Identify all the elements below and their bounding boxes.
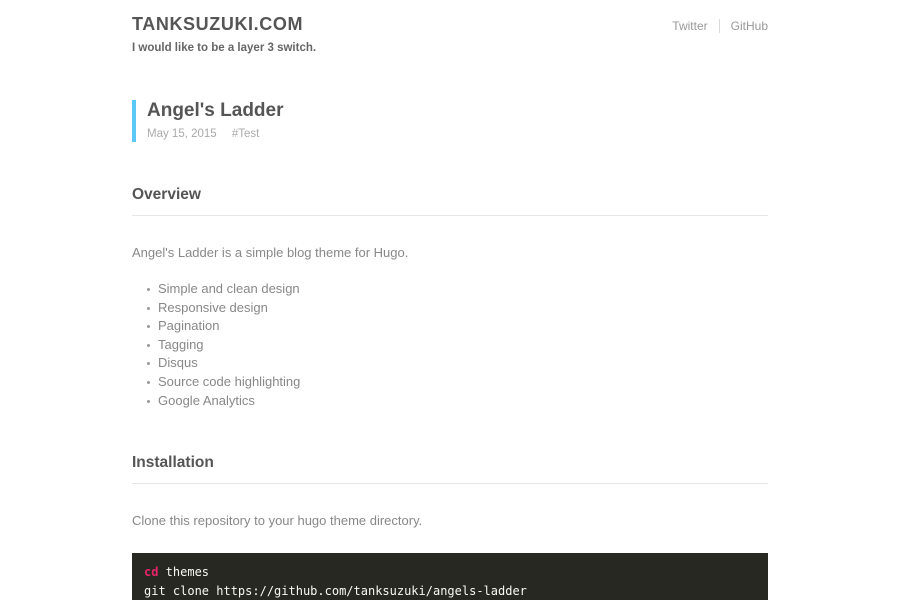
feature-list: Simple and clean design Responsive desig… — [132, 280, 768, 410]
site-header: TANKSUZUKI.COM I would like to be a laye… — [132, 14, 768, 61]
list-item: Responsive design — [147, 299, 768, 318]
code-line-1-rest: themes — [158, 565, 210, 580]
site-brand[interactable]: TANKSUZUKI.COM I would like to be a laye… — [132, 14, 317, 54]
section-title-installation: Installation — [132, 454, 214, 472]
site-nav: Twitter GitHub — [661, 15, 768, 33]
site-title: TANKSUZUKI.COM — [132, 14, 304, 34]
code-content: cd themes git clone https://github.com/t… — [144, 563, 756, 600]
list-item: Simple and clean design — [147, 280, 768, 299]
overview-intro-paragraph: Angel's Ladder is a simple blog theme fo… — [132, 244, 409, 260]
post-tag[interactable]: #Test — [232, 128, 260, 140]
page-root: TANKSUZUKI.COM I would like to be a laye… — [0, 0, 900, 600]
post-header: Angel's Ladder May 15, 2015 #Test — [132, 100, 768, 142]
installation-intro-paragraph: Clone this repository to your hugo theme… — [132, 512, 423, 528]
list-item: Source code highlighting — [147, 373, 768, 392]
nav-link-github[interactable]: GitHub — [720, 19, 768, 33]
list-item: Disqus — [147, 354, 768, 373]
list-item: Google Analytics — [147, 392, 768, 411]
post-date: May 15, 2015 — [147, 127, 217, 140]
code-block[interactable]: cd themes git clone https://github.com/t… — [132, 553, 768, 600]
site-tagline: I would like to be a layer 3 switch. — [132, 41, 317, 54]
code-token-builtin: cd — [144, 565, 159, 580]
section-overview: Overview Angel's Ladder is a simple blog… — [132, 186, 768, 410]
post-title: Angel's Ladder — [147, 100, 284, 121]
section-title-overview: Overview — [132, 186, 201, 203]
section-divider-installation — [132, 482, 768, 484]
code-line-2: git clone https://github.com/tanksuzuki/… — [144, 583, 527, 598]
post-meta: May 15, 2015 #Test — [147, 128, 768, 141]
content-container: TANKSUZUKI.COM I would like to be a laye… — [132, 0, 768, 600]
list-item: Tagging — [147, 336, 768, 355]
section-divider-overview — [132, 214, 768, 216]
nav-link-twitter[interactable]: Twitter — [661, 19, 718, 33]
list-item: Pagination — [147, 317, 768, 336]
section-installation: Installation Clone this repository to yo… — [132, 454, 768, 600]
